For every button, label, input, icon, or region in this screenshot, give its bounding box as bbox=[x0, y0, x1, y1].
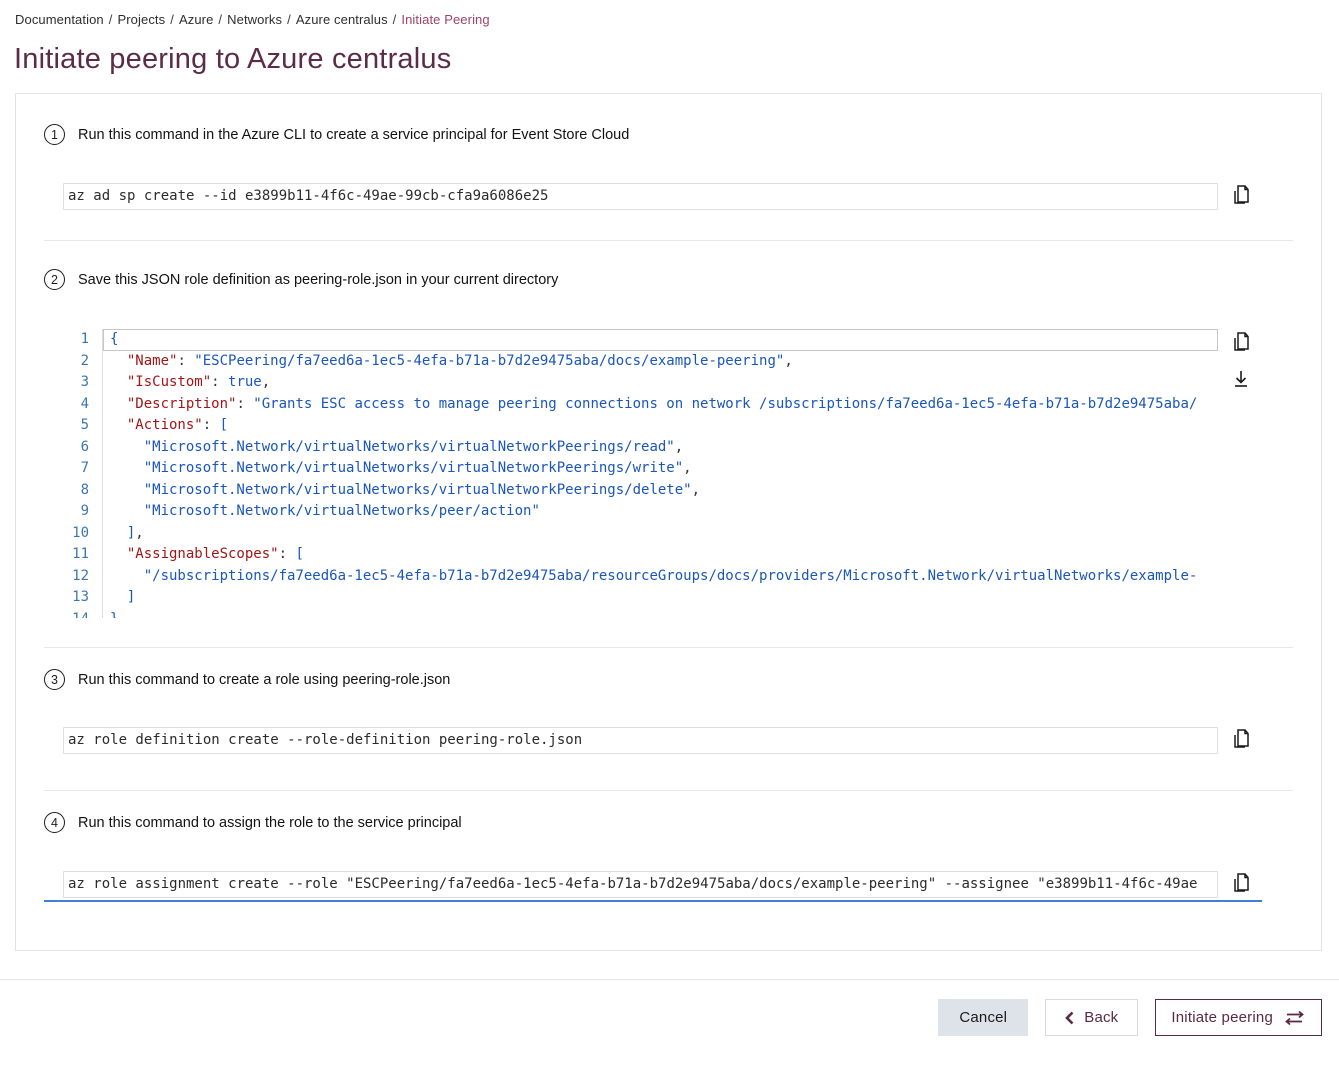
step-2-section: 2 Save this JSON role definition as peer… bbox=[44, 240, 1293, 647]
copy-icon[interactable] bbox=[1231, 331, 1251, 354]
json-editor[interactable]: 1{2 "Name": "ESCPeering/fa7eed6a-1ec5-4e… bbox=[63, 329, 1218, 618]
line-content: "/subscriptions/fa7eed6a-1ec5-4efa-b71a-… bbox=[103, 566, 1218, 588]
line-content: "Microsoft.Network/virtualNetworks/virtu… bbox=[103, 458, 1218, 480]
cancel-button[interactable]: Cancel bbox=[938, 999, 1028, 1036]
cancel-button-label: Cancel bbox=[959, 1009, 1007, 1026]
wizard-card: 1 Run this command in the Azure CLI to c… bbox=[15, 93, 1322, 951]
editor-line[interactable]: 1{ bbox=[63, 329, 1218, 351]
editor-line[interactable]: 11 "AssignableScopes": [ bbox=[63, 544, 1218, 566]
line-content: "Microsoft.Network/virtualNetworks/virtu… bbox=[103, 437, 1218, 459]
step-3-number-badge: 3 bbox=[44, 669, 65, 690]
step-1-number-badge: 1 bbox=[44, 124, 65, 145]
breadcrumb-separator: / bbox=[170, 12, 174, 27]
line-content: "Name": "ESCPeering/fa7eed6a-1ec5-4efa-b… bbox=[103, 351, 1218, 373]
editor-line[interactable]: 6 "Microsoft.Network/virtualNetworks/vir… bbox=[63, 437, 1218, 459]
step-3-command-row: az role definition create --role-definit… bbox=[63, 727, 1293, 754]
json-editor-row: 1{2 "Name": "ESCPeering/fa7eed6a-1ec5-4e… bbox=[63, 329, 1293, 618]
line-number: 3 bbox=[63, 372, 103, 394]
step-4-section: 4 Run this command to assign the role to… bbox=[44, 790, 1293, 952]
step-2-header: 2 Save this JSON role definition as peer… bbox=[44, 269, 1293, 290]
step-4-label: Run this command to assign the role to t… bbox=[78, 815, 462, 831]
line-content: "AssignableScopes": [ bbox=[103, 544, 1218, 566]
line-number: 11 bbox=[63, 544, 103, 566]
step-1-command-field[interactable]: az ad sp create --id e3899b11-4f6c-49ae-… bbox=[63, 183, 1218, 210]
line-number: 12 bbox=[63, 566, 103, 588]
step-3-section: 3 Run this command to create a role usin… bbox=[44, 647, 1293, 790]
editor-line[interactable]: 14} bbox=[63, 609, 1218, 619]
step-1-header: 1 Run this command in the Azure CLI to c… bbox=[44, 124, 1293, 145]
breadcrumb-current: Initiate Peering bbox=[401, 12, 489, 27]
line-content: "Description": "Grants ESC access to man… bbox=[103, 394, 1218, 416]
line-number: 9 bbox=[63, 501, 103, 523]
initiate-peering-button-label: Initiate peering bbox=[1171, 1009, 1273, 1026]
line-content: "Actions": [ bbox=[103, 415, 1218, 437]
line-number: 8 bbox=[63, 480, 103, 502]
initiate-peering-button[interactable]: Initiate peering bbox=[1155, 999, 1322, 1036]
copy-icon[interactable] bbox=[1231, 728, 1251, 751]
back-button-label: Back bbox=[1084, 1009, 1118, 1026]
breadcrumb-link[interactable]: Projects bbox=[117, 12, 165, 27]
step-3-header: 3 Run this command to create a role usin… bbox=[44, 669, 1293, 690]
line-number: 2 bbox=[63, 351, 103, 373]
copy-icon[interactable] bbox=[1231, 872, 1251, 895]
line-number: 1 bbox=[63, 329, 103, 351]
footer-divider bbox=[0, 979, 1339, 980]
breadcrumb-separator: / bbox=[109, 12, 113, 27]
back-button[interactable]: Back bbox=[1045, 999, 1138, 1036]
editor-line[interactable]: 4 "Description": "Grants ESC access to m… bbox=[63, 394, 1218, 416]
line-content: } bbox=[103, 609, 1218, 619]
line-number: 13 bbox=[63, 587, 103, 609]
step-1-section: 1 Run this command in the Azure CLI to c… bbox=[44, 94, 1293, 240]
editor-line[interactable]: 13 ] bbox=[63, 587, 1218, 609]
editor-line[interactable]: 12 "/subscriptions/fa7eed6a-1ec5-4efa-b7… bbox=[63, 566, 1218, 588]
line-content: "IsCustom": true, bbox=[103, 372, 1218, 394]
line-content: { bbox=[103, 329, 1218, 351]
line-number: 6 bbox=[63, 437, 103, 459]
horizontal-scrollbar[interactable] bbox=[44, 900, 1262, 902]
step-1-label: Run this command in the Azure CLI to cre… bbox=[78, 127, 629, 143]
download-icon[interactable] bbox=[1231, 368, 1251, 391]
editor-actions bbox=[1231, 330, 1251, 391]
step-4-command-field[interactable]: az role assignment create --role "ESCPee… bbox=[63, 871, 1218, 898]
breadcrumb-link[interactable]: Azure bbox=[179, 12, 213, 27]
step-4-header: 4 Run this command to assign the role to… bbox=[44, 812, 1293, 833]
step-2-number-badge: 2 bbox=[44, 269, 65, 290]
editor-line[interactable]: 7 "Microsoft.Network/virtualNetworks/vir… bbox=[63, 458, 1218, 480]
breadcrumb-separator: / bbox=[218, 12, 222, 27]
breadcrumb-separator: / bbox=[287, 12, 291, 27]
editor-line[interactable]: 9 "Microsoft.Network/virtualNetworks/pee… bbox=[63, 501, 1218, 523]
step-3-command-field[interactable]: az role definition create --role-definit… bbox=[63, 727, 1218, 754]
page-title: Initiate peering to Azure centralus bbox=[14, 43, 1324, 76]
line-content: ] bbox=[103, 587, 1218, 609]
editor-line[interactable]: 8 "Microsoft.Network/virtualNetworks/vir… bbox=[63, 480, 1218, 502]
line-number: 10 bbox=[63, 523, 103, 545]
editor-line[interactable]: 10 ], bbox=[63, 523, 1218, 545]
line-number: 7 bbox=[63, 458, 103, 480]
step-4-number-badge: 4 bbox=[44, 812, 65, 833]
breadcrumb-link[interactable]: Documentation bbox=[15, 12, 104, 27]
copy-icon[interactable] bbox=[1231, 184, 1251, 207]
line-content: ], bbox=[103, 523, 1218, 545]
line-content: "Microsoft.Network/virtualNetworks/virtu… bbox=[103, 480, 1218, 502]
editor-line[interactable]: 2 "Name": "ESCPeering/fa7eed6a-1ec5-4efa… bbox=[63, 351, 1218, 373]
breadcrumb: Documentation / Projects / Azure / Networks / Az… bbox=[15, 12, 1324, 27]
step-1-command-row: az ad sp create --id e3899b11-4f6c-49ae-… bbox=[63, 183, 1293, 210]
swap-horizontal-icon bbox=[1283, 1010, 1306, 1026]
breadcrumb-link[interactable]: Networks bbox=[227, 12, 282, 27]
line-number: 5 bbox=[63, 415, 103, 437]
chevron-left-icon bbox=[1065, 1011, 1074, 1025]
step-4-command-row: az role assignment create --role "ESCPee… bbox=[63, 871, 1293, 898]
editor-line[interactable]: 5 "Actions": [ bbox=[63, 415, 1218, 437]
step-3-label: Run this command to create a role using … bbox=[78, 672, 450, 688]
line-content: "Microsoft.Network/virtualNetworks/peer/… bbox=[103, 501, 1218, 523]
breadcrumb-link[interactable]: Azure centralus bbox=[296, 12, 388, 27]
editor-line[interactable]: 3 "IsCustom": true, bbox=[63, 372, 1218, 394]
line-number: 4 bbox=[63, 394, 103, 416]
line-number: 14 bbox=[63, 609, 103, 619]
step-2-label: Save this JSON role definition as peerin… bbox=[78, 272, 558, 288]
footer-actions: Cancel Back Initiate peering bbox=[0, 999, 1322, 1036]
json-editor-lines: 1{2 "Name": "ESCPeering/fa7eed6a-1ec5-4e… bbox=[63, 329, 1218, 618]
breadcrumb-separator: / bbox=[393, 12, 397, 27]
